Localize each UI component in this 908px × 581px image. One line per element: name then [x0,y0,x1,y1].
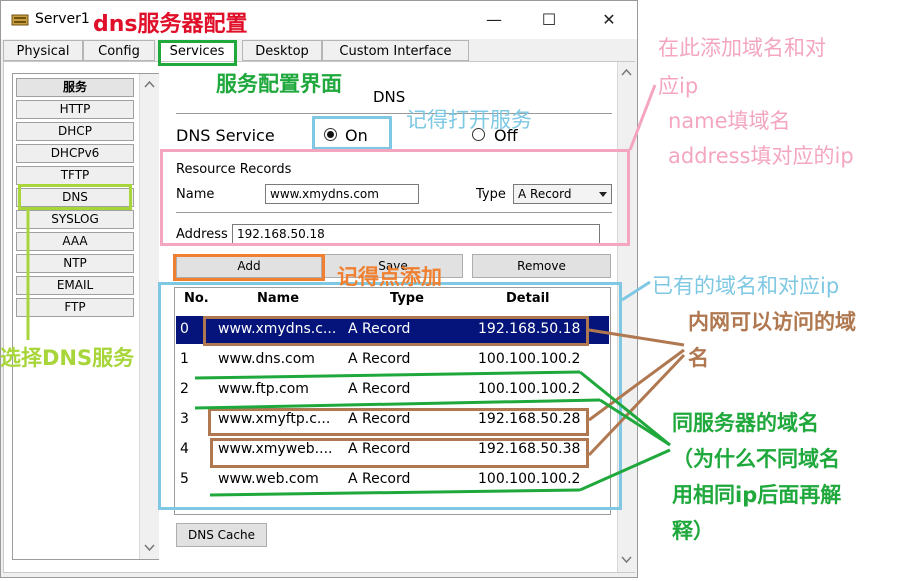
annotation-add-domain-2: 应ip [658,74,699,98]
annotation-dns-config: dns服务器配置 [93,12,248,37]
annotation-intranet-1: 内网可以访问的域 [688,310,856,334]
annotation-existing: 已有的域名和对应ip [652,274,840,298]
annotation-same-server-2: （为什么不同域名 [672,447,840,471]
annotation-add-domain-1: 在此添加域名和对 [658,36,826,60]
annotation-service-ui: 服务配置界面 [216,72,342,96]
annotation-intranet-2: 名 [688,346,709,370]
annotation-remember-enable: 记得打开服务 [406,108,532,132]
annotation-name-hint: name填域名 [668,109,791,133]
annotation-same-server-1: 同服务器的域名 [672,411,819,435]
annotation-select-dns: 选择DNS服务 [0,346,135,370]
annotation-remember-add: 记得点添加 [337,265,442,289]
annotation-address-hint: address填对应的ip [668,144,854,168]
annotation-same-server-3: 用相同ip后面再解 [672,483,842,507]
annotation-same-server-4: 释） [672,519,714,543]
